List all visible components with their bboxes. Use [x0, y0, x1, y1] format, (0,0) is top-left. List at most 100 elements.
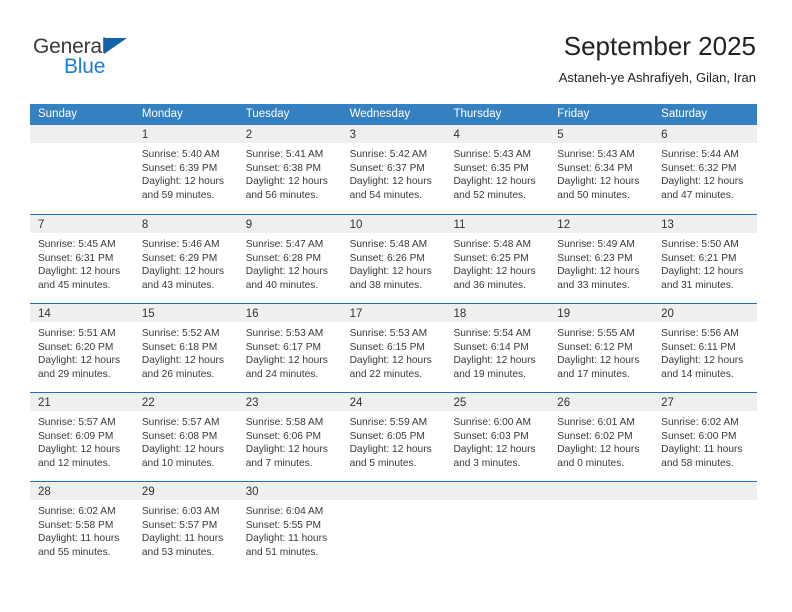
day-number: 23 — [245, 397, 259, 409]
calendar-day-cell[interactable]: 11 Sunrise: 5:48 AM Sunset: 6:25 PM Dayligh… — [445, 215, 550, 303]
sunrise-text: Sunrise: 5:40 AM — [141, 149, 220, 160]
sunrise-text: Sunrise: 5:43 AM — [557, 149, 635, 160]
daylight-text: Daylight: 12 hours — [453, 444, 536, 456]
calendar-day-cell[interactable]: 28 Sunrise: 6:02 AM Sunset: 5:58 PM Dayligh… — [30, 482, 134, 570]
calendar-day-cell[interactable]: 14 Sunrise: 5:51 AM Sunset: 6:20 PM Dayligh… — [30, 304, 134, 392]
sunrise-text: Sunrise: 5:47 AM — [245, 239, 324, 250]
sunset-text: Sunset: 6:06 PM — [245, 430, 322, 442]
daylight-text: Daylight: 12 hours — [141, 176, 224, 188]
daylight-text: Daylight: 12 hours — [349, 176, 432, 188]
calendar-day-cell[interactable]: 12 Sunrise: 5:49 AM Sunset: 6:23 PM Dayligh… — [549, 215, 654, 303]
day-number-band: 5 — [549, 125, 654, 143]
calendar-day-cell[interactable]: 19 Sunrise: 5:55 AM Sunset: 6:12 PM Dayligh… — [549, 304, 654, 392]
sunrise-text: Sunrise: 6:03 AM — [141, 506, 220, 517]
day-number: 17 — [349, 308, 363, 320]
day-number: 14 — [38, 308, 51, 320]
sunset-text: Sunset: 6:32 PM — [661, 162, 737, 174]
calendar-day-cell[interactable]: 16 Sunrise: 5:53 AM Sunset: 6:17 PM Dayligh… — [237, 304, 342, 392]
calendar-day-cell[interactable]: 26 Sunrise: 6:01 AM Sunset: 6:02 PM Dayligh… — [549, 393, 654, 481]
daylight-text: Daylight: 12 hours — [557, 266, 640, 278]
daylight-text: Daylight: 12 hours — [453, 355, 536, 367]
sunrise-text: Sunrise: 6:00 AM — [453, 417, 532, 428]
sunrise-text: Sunrise: 5:48 AM — [349, 239, 428, 250]
calendar-day-cell[interactable]: 25 Sunrise: 6:00 AM Sunset: 6:03 PM Dayligh… — [445, 393, 550, 481]
calendar-day-cell[interactable]: 9 Sunrise: 5:47 AM Sunset: 6:28 PM Daylight… — [237, 215, 342, 303]
calendar-day-cell[interactable]: 6 Sunrise: 5:44 AM Sunset: 6:32 PM Daylight… — [653, 125, 758, 214]
calendar-day-cell-empty — [341, 482, 446, 570]
day-details: Sunrise: 6:00 AM Sunset: 6:03 PM Daylight:… — [445, 411, 549, 470]
calendar-day-cell[interactable]: 20 Sunrise: 5:56 AM Sunset: 6:11 PM Dayligh… — [653, 304, 758, 392]
day-details: Sunrise: 5:43 AM Sunset: 6:35 PM Daylight:… — [445, 143, 549, 202]
day-details: Sunrise: 5:40 AM Sunset: 6:39 PM Daylight:… — [134, 143, 238, 202]
sunrise-text: Sunrise: 6:04 AM — [245, 506, 324, 517]
calendar-day-cell[interactable]: 27 Sunrise: 6:02 AM Sunset: 6:00 PM Dayligh… — [653, 393, 758, 481]
day-number-band: 12 — [549, 215, 654, 233]
daylight-text-cont: and 31 minutes. — [661, 279, 734, 291]
weekday-header-tuesday: Tuesday — [245, 108, 290, 120]
sunset-text: Sunset: 6:11 PM — [661, 341, 736, 353]
calendar-day-cell[interactable]: 29 Sunrise: 6:03 AM Sunset: 5:57 PM Dayligh… — [133, 482, 238, 570]
calendar-day-cell[interactable]: 23 Sunrise: 5:58 AM Sunset: 6:06 PM Dayligh… — [237, 393, 342, 481]
calendar-day-cell[interactable]: 5 Sunrise: 5:43 AM Sunset: 6:34 PM Daylight… — [549, 125, 654, 214]
daylight-text-cont: and 56 minutes. — [245, 189, 319, 201]
sunrise-text: Sunrise: 5:43 AM — [453, 149, 532, 160]
calendar-day-cell[interactable]: 15 Sunrise: 5:52 AM Sunset: 6:18 PM Dayligh… — [133, 304, 238, 392]
day-details: Sunrise: 6:02 AM Sunset: 6:00 PM Daylight:… — [653, 411, 757, 470]
calendar-day-cell[interactable]: 22 Sunrise: 5:57 AM Sunset: 6:08 PM Dayligh… — [133, 393, 238, 481]
daylight-text-cont: and 47 minutes. — [661, 189, 734, 201]
daylight-text-cont: and 19 minutes. — [453, 368, 526, 380]
sunset-text: Sunset: 6:26 PM — [349, 252, 425, 264]
day-number-band: 18 — [445, 304, 550, 322]
day-number-band — [549, 482, 654, 500]
logo-text-blue: Blue — [64, 55, 106, 78]
day-details — [549, 500, 653, 505]
weekday-header-sunday: Sunday — [38, 108, 78, 120]
day-details: Sunrise: 5:41 AM Sunset: 6:38 PM Daylight:… — [238, 143, 342, 202]
calendar-day-cell[interactable]: 17 Sunrise: 5:53 AM Sunset: 6:15 PM Dayligh… — [341, 304, 446, 392]
daylight-text-cont: and 50 minutes. — [557, 189, 630, 201]
calendar-grid: Sunday Monday Tuesday Wednesday Thursday Frid… — [30, 104, 758, 570]
daylight-text-cont: and 53 minutes. — [141, 546, 215, 558]
sunset-text: Sunset: 6:31 PM — [38, 252, 114, 264]
day-number-band: 23 — [237, 393, 342, 411]
daylight-text-cont: and 55 minutes. — [38, 546, 111, 558]
calendar-page: General Blue September 2025 Astaneh-ye A… — [0, 0, 792, 612]
day-number: 22 — [141, 397, 155, 409]
sunset-text: Sunset: 6:18 PM — [141, 341, 218, 353]
calendar-week-row: 7 Sunrise: 5:45 AM Sunset: 6:31 PM Daylight… — [30, 214, 758, 303]
calendar-day-cell[interactable]: 18 Sunrise: 5:54 AM Sunset: 6:14 PM Dayligh… — [445, 304, 550, 392]
calendar-day-cell[interactable]: 4 Sunrise: 5:43 AM Sunset: 6:35 PM Daylight… — [445, 125, 550, 214]
calendar-day-cell[interactable]: 10 Sunrise: 5:48 AM Sunset: 6:26 PM Dayligh… — [341, 215, 446, 303]
sunrise-text: Sunrise: 5:57 AM — [38, 417, 116, 428]
day-number-band: 25 — [445, 393, 550, 411]
sunrise-text: Sunrise: 5:46 AM — [141, 239, 220, 250]
sunset-text: Sunset: 6:23 PM — [557, 252, 633, 264]
calendar-day-cell[interactable]: 1 Sunrise: 5:40 AM Sunset: 6:39 PM Daylight… — [133, 125, 238, 214]
calendar-day-cell[interactable]: 13 Sunrise: 5:50 AM Sunset: 6:21 PM Dayligh… — [653, 215, 758, 303]
daylight-text-cont: and 0 minutes. — [557, 457, 625, 469]
day-details: Sunrise: 6:02 AM Sunset: 5:58 PM Daylight:… — [30, 500, 134, 559]
general-blue-logo[interactable]: General Blue — [33, 36, 213, 82]
calendar-day-cell-empty — [653, 482, 758, 570]
day-number-band — [445, 482, 550, 500]
calendar-day-cell[interactable]: 2 Sunrise: 5:41 AM Sunset: 6:38 PM Daylight… — [237, 125, 342, 214]
calendar-day-cell[interactable]: 8 Sunrise: 5:46 AM Sunset: 6:29 PM Daylight… — [133, 215, 238, 303]
calendar-day-cell[interactable]: 24 Sunrise: 5:59 AM Sunset: 6:05 PM Dayligh… — [341, 393, 446, 481]
daylight-text-cont: and 36 minutes. — [453, 279, 526, 291]
daylight-text: Daylight: 12 hours — [661, 355, 744, 367]
daylight-text-cont: and 14 minutes. — [661, 368, 734, 380]
daylight-text: Daylight: 12 hours — [557, 444, 640, 456]
calendar-day-cell[interactable]: 3 Sunrise: 5:42 AM Sunset: 6:37 PM Daylight… — [341, 125, 446, 214]
calendar-day-cell[interactable]: 30 Sunrise: 6:04 AM Sunset: 5:55 PM Dayligh… — [237, 482, 342, 570]
day-number: 1 — [141, 129, 149, 141]
sunrise-text: Sunrise: 5:58 AM — [245, 417, 324, 428]
day-number-band: 8 — [133, 215, 238, 233]
day-number: 20 — [661, 308, 674, 320]
day-details: Sunrise: 5:48 AM Sunset: 6:26 PM Daylight:… — [342, 233, 446, 292]
sunset-text: Sunset: 6:08 PM — [141, 430, 218, 442]
logo-text-general: General — [33, 35, 107, 58]
daylight-text-cont: and 17 minutes. — [557, 368, 630, 380]
calendar-day-cell[interactable]: 7 Sunrise: 5:45 AM Sunset: 6:31 PM Daylight… — [30, 215, 134, 303]
sunset-text: Sunset: 5:58 PM — [38, 519, 114, 531]
calendar-day-cell[interactable]: 21 Sunrise: 5:57 AM Sunset: 6:09 PM Dayligh… — [30, 393, 134, 481]
